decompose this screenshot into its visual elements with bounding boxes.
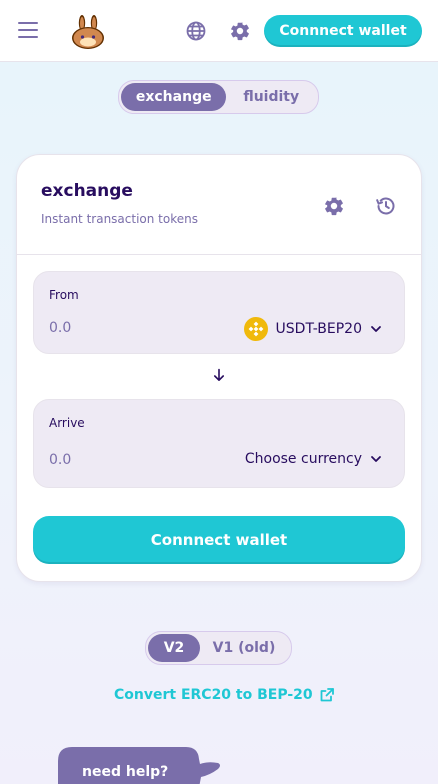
chevron-down-icon: [371, 326, 381, 332]
external-link-icon: [320, 688, 334, 702]
connect-wallet-button[interactable]: Connnect wallet: [264, 15, 422, 47]
arrive-token-select[interactable]: Choose currency: [245, 451, 382, 467]
bnb-coin-icon: [243, 317, 268, 341]
gear-icon[interactable]: [229, 20, 251, 42]
arrive-field: Arrive Choose currency: [33, 399, 405, 488]
from-label: From: [49, 288, 79, 302]
menu-icon[interactable]: [18, 22, 38, 40]
settings-icon[interactable]: [323, 195, 345, 217]
top-bar: Connnect wallet: [0, 0, 438, 62]
help-label: need help?: [82, 764, 169, 780]
arrive-token-label: Choose currency: [244, 451, 362, 467]
chevron-down-icon: [371, 456, 381, 462]
from-token-select[interactable]: USDT-BEP20: [243, 317, 382, 341]
history-icon[interactable]: [374, 194, 398, 218]
tab-exchange[interactable]: exchange: [121, 83, 227, 111]
exchange-liquidity-toggle: exchange fluidity: [118, 80, 319, 114]
bunny-logo-icon[interactable]: [70, 14, 106, 50]
connect-wallet-main-button[interactable]: Connnect wallet: [33, 516, 405, 564]
card-header: exchange Instant transaction tokens: [17, 155, 421, 255]
arrive-amount-input[interactable]: [49, 452, 179, 468]
from-amount-input[interactable]: [49, 320, 179, 336]
from-token-label: USDT-BEP20: [275, 321, 362, 337]
arrow-down-icon[interactable]: [212, 367, 226, 381]
from-field: From USDT-BEP20: [33, 271, 405, 354]
arrive-label: Arrive: [49, 416, 85, 430]
card-title: exchange: [41, 181, 133, 201]
globe-icon[interactable]: [185, 20, 207, 42]
tab-v1-old[interactable]: V1 (old): [200, 634, 288, 662]
version-toggle: V2 V1 (old): [145, 631, 292, 665]
convert-link[interactable]: Convert ERC20 to BEP-20: [114, 687, 335, 703]
tab-fluidity[interactable]: fluidity: [226, 83, 316, 111]
help-button[interactable]: need help?: [58, 747, 220, 784]
card-subtitle: Instant transaction tokens: [41, 212, 198, 226]
convert-link-label: Convert ERC20 to BEP-20: [114, 687, 313, 703]
exchange-card: exchange Instant transaction tokens From: [16, 154, 422, 582]
tab-v2[interactable]: V2: [148, 634, 200, 662]
